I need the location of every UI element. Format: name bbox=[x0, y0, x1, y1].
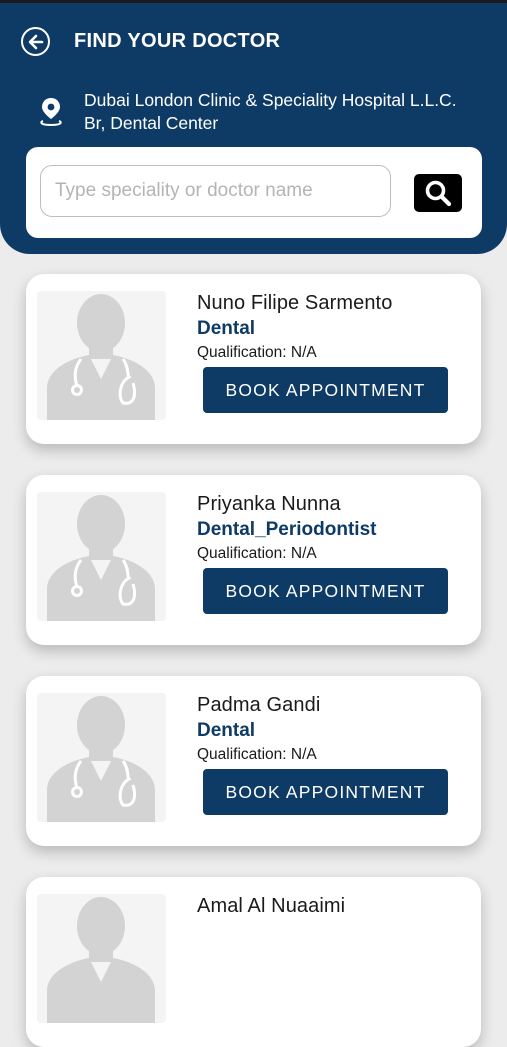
clinic-name: Dubai London Clinic & Speciality Hospita… bbox=[84, 89, 494, 135]
doctor-list[interactable]: Nuno Filipe Sarmento Dental Qualificatio… bbox=[0, 254, 507, 1047]
doctor-name: Amal Al Nuaaimi bbox=[197, 895, 346, 917]
doctor-card: Nuno Filipe Sarmento Dental Qualificatio… bbox=[26, 274, 481, 444]
search-input[interactable] bbox=[40, 165, 391, 217]
doctor-avatar bbox=[37, 291, 166, 420]
doctor-avatar bbox=[37, 894, 166, 1023]
doctor-placeholder-icon bbox=[47, 495, 155, 621]
location-pin-icon bbox=[40, 98, 62, 127]
doctor-speciality: Dental bbox=[197, 318, 256, 339]
clinic-name-line2: Br, Dental Center bbox=[84, 113, 219, 133]
doctor-name: Nuno Filipe Sarmento bbox=[197, 292, 393, 314]
doctor-card: Padma Gandi Dental Qualification: N/A BO… bbox=[26, 676, 481, 846]
doctor-speciality: Dental bbox=[197, 720, 256, 741]
page-title: FIND YOUR DOCTOR bbox=[74, 30, 281, 52]
doctor-card: Priyanka Nunna Dental_Periodontist Quali… bbox=[26, 475, 481, 645]
search-icon bbox=[425, 180, 452, 207]
back-button[interactable] bbox=[21, 27, 50, 56]
doctor-speciality: Dental_Periodontist bbox=[197, 519, 377, 540]
doctor-placeholder-icon bbox=[47, 696, 155, 822]
doctor-qualification: Qualification: N/A bbox=[197, 746, 317, 763]
book-appointment-button[interactable]: BOOK APPOINTMENT bbox=[203, 568, 448, 614]
doctor-placeholder-icon bbox=[47, 897, 155, 1023]
doctor-qualification: Qualification: N/A bbox=[197, 344, 317, 361]
header: FIND YOUR DOCTOR Dubai London Clinic & S… bbox=[0, 0, 507, 254]
doctor-name: Padma Gandi bbox=[197, 694, 321, 716]
clinic-name-line1: Dubai London Clinic & Speciality Hospita… bbox=[84, 90, 457, 110]
doctor-avatar bbox=[37, 492, 166, 621]
book-appointment-button[interactable]: BOOK APPOINTMENT bbox=[203, 367, 448, 413]
arrow-left-icon bbox=[28, 34, 43, 49]
status-bar-line bbox=[0, 0, 507, 3]
doctor-name: Priyanka Nunna bbox=[197, 493, 341, 515]
doctor-avatar bbox=[37, 693, 166, 822]
doctor-placeholder-icon bbox=[47, 294, 155, 420]
doctor-card: Amal Al Nuaaimi bbox=[26, 877, 481, 1047]
search-panel bbox=[26, 147, 482, 238]
book-appointment-button[interactable]: BOOK APPOINTMENT bbox=[203, 769, 448, 815]
search-button[interactable] bbox=[414, 174, 462, 212]
doctor-qualification: Qualification: N/A bbox=[197, 545, 317, 562]
